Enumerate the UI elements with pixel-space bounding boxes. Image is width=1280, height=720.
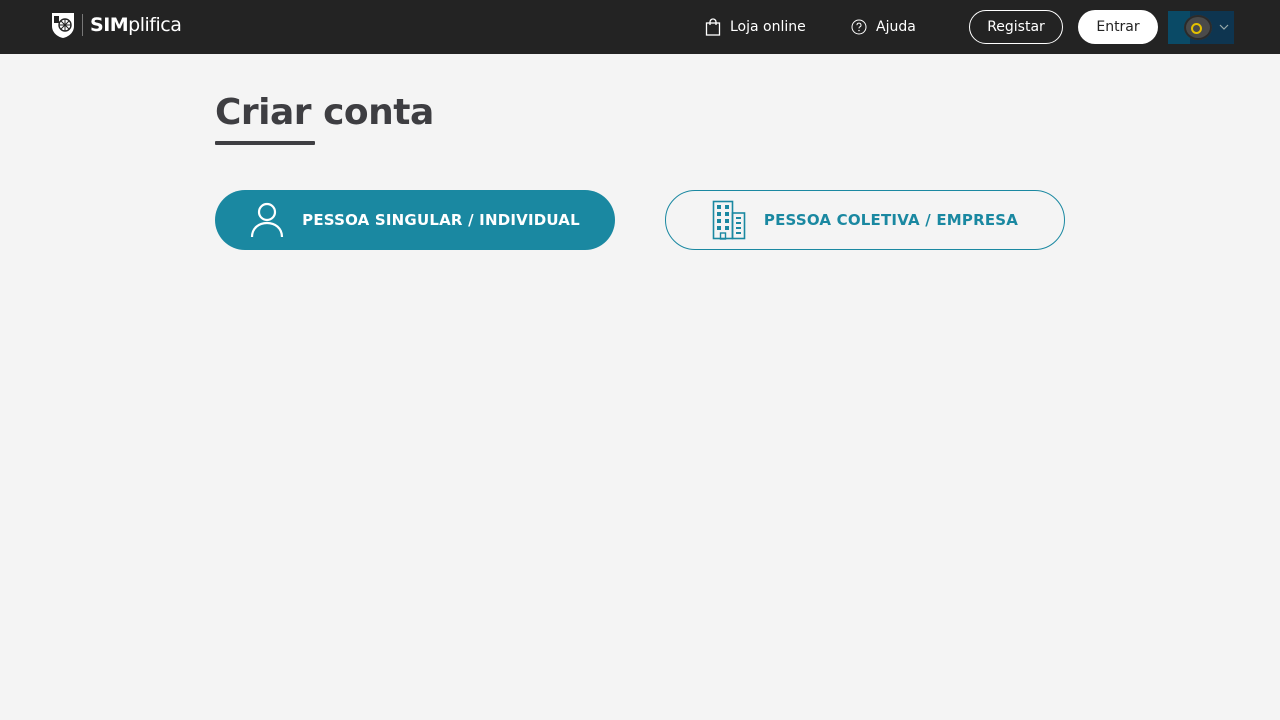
company-account-button[interactable]: PESSOA COLETIVA / EMPRESA — [665, 190, 1065, 250]
individual-account-label: PESSOA SINGULAR / INDIVIDUAL — [302, 211, 580, 229]
nav-online-shop-label: Loja online — [730, 19, 806, 35]
user-icon — [251, 202, 284, 238]
help-circle-icon — [851, 19, 867, 35]
nav-help-label: Ajuda — [876, 19, 916, 35]
logo-strong-part: IM — [103, 14, 129, 36]
logo-light-part: plifica — [128, 14, 182, 36]
language-flag-icon — [1184, 15, 1212, 40]
logo-divider — [82, 14, 83, 36]
chevron-down-icon — [1219, 24, 1229, 30]
coat-of-arms-icon — [52, 13, 74, 38]
simplifica-logo[interactable]: S IM plifica — [50, 11, 182, 39]
individual-account-button[interactable]: PESSOA SINGULAR / INDIVIDUAL — [215, 190, 615, 250]
register-button[interactable]: Registar — [969, 10, 1063, 44]
title-underline — [215, 141, 315, 145]
language-selector[interactable] — [1168, 11, 1234, 44]
shopping-bag-icon — [705, 18, 721, 36]
nav-online-shop-link[interactable]: Loja online — [705, 16, 806, 38]
top-navigation-bar: S IM plifica Loja online Ajuda Registar En… — [0, 0, 1280, 54]
company-account-label: PESSOA COLETIVA / EMPRESA — [763, 211, 1019, 229]
page-title: Criar conta — [215, 92, 434, 133]
logo-initial: S — [90, 14, 104, 36]
logo-wordmark: S IM plifica — [90, 14, 182, 36]
building-icon — [712, 200, 746, 240]
nav-help-link[interactable]: Ajuda — [851, 16, 916, 38]
login-button[interactable]: Entrar — [1078, 10, 1158, 44]
